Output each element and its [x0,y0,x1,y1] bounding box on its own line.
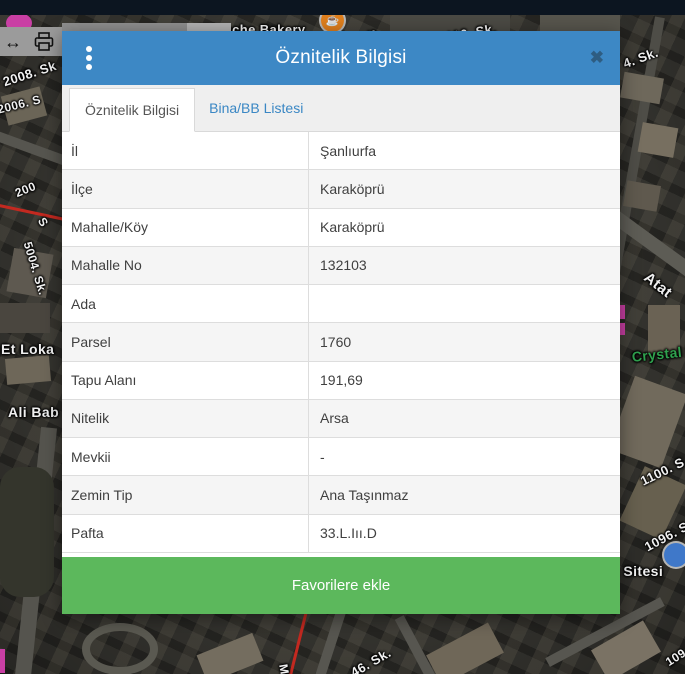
table-row: NitelikArsa [62,400,620,438]
attribute-table-body: İlŞanlıurfaİlçeKaraköprüMahalle/KöyKarak… [62,132,620,553]
print-icon[interactable] [34,32,54,51]
dialog-tabs: Öznitelik Bilgisi Bina/BB Listesi [62,85,620,132]
add-to-favorites-button[interactable]: Favorilere ekle [62,557,620,614]
row-label: Tapu Alanı [62,362,309,399]
row-value: Arsa [309,410,620,426]
table-row: Ada [62,285,620,323]
map-street-label: 5004. Sk. [21,240,50,297]
row-label: Pafta [62,515,309,552]
row-value: 132103 [309,257,620,273]
table-row: Mevkii- [62,438,620,476]
table-row: Pafta33.L.Iıı.D [62,515,620,553]
row-label: Mahalle No [62,247,309,284]
map-street-label: Crystal l [631,343,685,365]
row-label: Mahalle/Köy [62,209,309,246]
table-row: Mahalle No132103 [62,247,620,285]
dialog-title: Öznitelik Bilgisi [275,47,406,69]
menu-kebab-icon[interactable] [86,46,92,52]
table-row: Parsel1760 [62,323,620,361]
map-street-label: 200 [13,179,38,200]
table-row: İlçeKaraköprü [62,170,620,208]
row-value: 33.L.Iıı.D [309,525,620,541]
row-value: - [309,449,620,465]
row-value: 191,69 [309,372,620,388]
table-row: Tapu Alanı191,69 [62,362,620,400]
row-value: Ana Taşınmaz [309,487,620,503]
map-street-label: Atat [641,269,676,301]
table-row: İlŞanlıurfa [62,132,620,170]
row-label: Mevkii [62,438,309,475]
dialog-header: Öznitelik Bilgisi ✖ [62,31,620,85]
row-label: Nitelik [62,400,309,437]
dialog-footer: Favorilere ekle [62,553,620,614]
map-street-label: Ali Bab [8,404,59,420]
row-label: Ada [62,285,309,322]
tab-oznitelik-bilgisi[interactable]: Öznitelik Bilgisi [69,88,195,132]
map-street-label: 1096. S [642,519,685,555]
tab-bina-bb-listesi[interactable]: Bina/BB Listesi [195,85,317,131]
close-icon[interactable]: ✖ [590,49,604,66]
row-value: Karaköprü [309,181,620,197]
map-street-label: 1100. S [638,454,685,488]
row-label: İl [62,132,309,169]
table-row: Zemin TipAna Taşınmaz [62,476,620,514]
row-value: Şanlıurfa [309,143,620,159]
row-value: 1760 [309,334,620,350]
attribute-info-dialog: Öznitelik Bilgisi ✖ Öznitelik Bilgisi Bi… [62,31,620,614]
resize-arrows-icon[interactable]: ↔ [4,33,22,51]
table-row: Mahalle/KöyKaraköprü [62,209,620,247]
row-label: Zemin Tip [62,476,309,513]
toolbar-strip [187,23,231,31]
row-value: Karaköprü [309,219,620,235]
map-toolbar: ↔ [0,27,62,56]
map-street-label: 4. Sk. [621,45,660,72]
map-street-label: Me [276,663,293,674]
row-label: İlçe [62,170,309,207]
map-street-label: 2006. S [0,92,42,116]
app-window: ☕ ItalBlanche BakeryS1116. Sk.4. Sk.2008… [0,0,685,674]
map-street-label: 46. Sk. [348,645,394,674]
row-label: Parsel [62,323,309,360]
map-street-label: Et Loka [1,341,54,357]
map-street-label: 109 [663,646,685,669]
toolbar-strip [62,23,187,31]
map-street-label: S [35,215,51,229]
map-street-label: t Sitesi [614,563,663,579]
map-street-label: 2008. Sk [1,58,58,89]
window-top-bar [0,0,685,15]
